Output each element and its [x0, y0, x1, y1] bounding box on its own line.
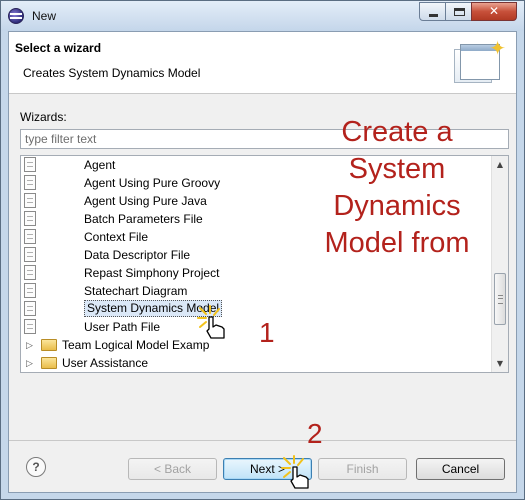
tree-item-label: Agent Using Pure Groovy [84, 176, 221, 190]
tree-item-label: User Assistance [62, 356, 149, 370]
tree-scrollbar[interactable]: ▲ ▼ [491, 156, 508, 372]
minimize-button[interactable] [419, 2, 446, 21]
banner-title: Select a wizard [15, 41, 102, 55]
back-button[interactable]: < Back [128, 458, 217, 480]
callout-line: Create a [341, 116, 453, 148]
window-controls: ✕ [419, 2, 517, 21]
tree-item-label: Agent Using Pure Java [84, 194, 207, 208]
tree-item-label: User Path File [84, 320, 161, 334]
eclipse-app-icon [8, 8, 24, 24]
tree-item-label: Repast Simphony Project [84, 266, 220, 280]
callout-line: Dynamics [333, 190, 461, 222]
banner-subtitle: Creates System Dynamics Model [23, 66, 201, 80]
maximize-icon [454, 8, 465, 16]
folder-icon [41, 339, 57, 351]
footer-divider [9, 440, 516, 441]
window-title: New [32, 9, 57, 23]
minimize-icon [429, 14, 438, 17]
scroll-up-icon[interactable]: ▲ [492, 156, 508, 173]
callout-line: Model from [324, 227, 470, 259]
tree-item-label: Statechart Diagram [84, 284, 188, 298]
wizard-banner: Select a wizard Creates System Dynamics … [9, 32, 516, 94]
tree-item-label: Data Descriptor File [84, 248, 191, 262]
expand-arrow-icon[interactable]: ▷ [26, 336, 33, 354]
cancel-button[interactable]: Cancel [416, 458, 505, 480]
click-cursor-icon [197, 305, 225, 339]
wizard-banner-icon: ✦ [452, 36, 506, 87]
agent-icon [24, 157, 36, 172]
help-button[interactable]: ? [26, 457, 46, 477]
scroll-down-icon[interactable]: ▼ [492, 355, 508, 372]
close-icon: ✕ [488, 4, 500, 18]
sparkle-icon: ✦ [489, 36, 506, 60]
close-button[interactable]: ✕ [471, 2, 517, 21]
diagram-icon [24, 283, 36, 298]
callout-text: Create a System Dynamics Model from [312, 114, 482, 262]
tree-item-label: Agent [84, 158, 116, 172]
title-bar[interactable]: New ✕ [1, 1, 524, 31]
tree-item-label: Context File [84, 230, 149, 244]
agent-icon [24, 193, 36, 208]
folder-icon [41, 357, 57, 369]
step-2-label: 2 [307, 418, 323, 449]
finish-button[interactable]: Finish [318, 458, 407, 480]
project-icon [24, 265, 36, 280]
file-icon [24, 229, 36, 244]
dialog-body: Select a wizard Creates System Dynamics … [8, 31, 517, 493]
expand-arrow-icon[interactable]: ▷ [26, 354, 33, 372]
tree-item-label: Team Logical Model Examp [62, 338, 210, 352]
callout-line: System [348, 153, 446, 185]
tree-item-label: Batch Parameters File [84, 212, 203, 226]
agent-icon [24, 175, 36, 190]
wizards-label: Wizards: [20, 110, 67, 124]
maximize-button[interactable] [445, 2, 472, 21]
file-icon [24, 211, 36, 226]
file-icon [24, 319, 36, 334]
scrollbar-thumb[interactable] [494, 273, 506, 325]
click-cursor-icon [281, 455, 309, 489]
diagram-icon [24, 301, 36, 316]
step-1-label: 1 [259, 317, 275, 348]
file-icon [24, 247, 36, 262]
